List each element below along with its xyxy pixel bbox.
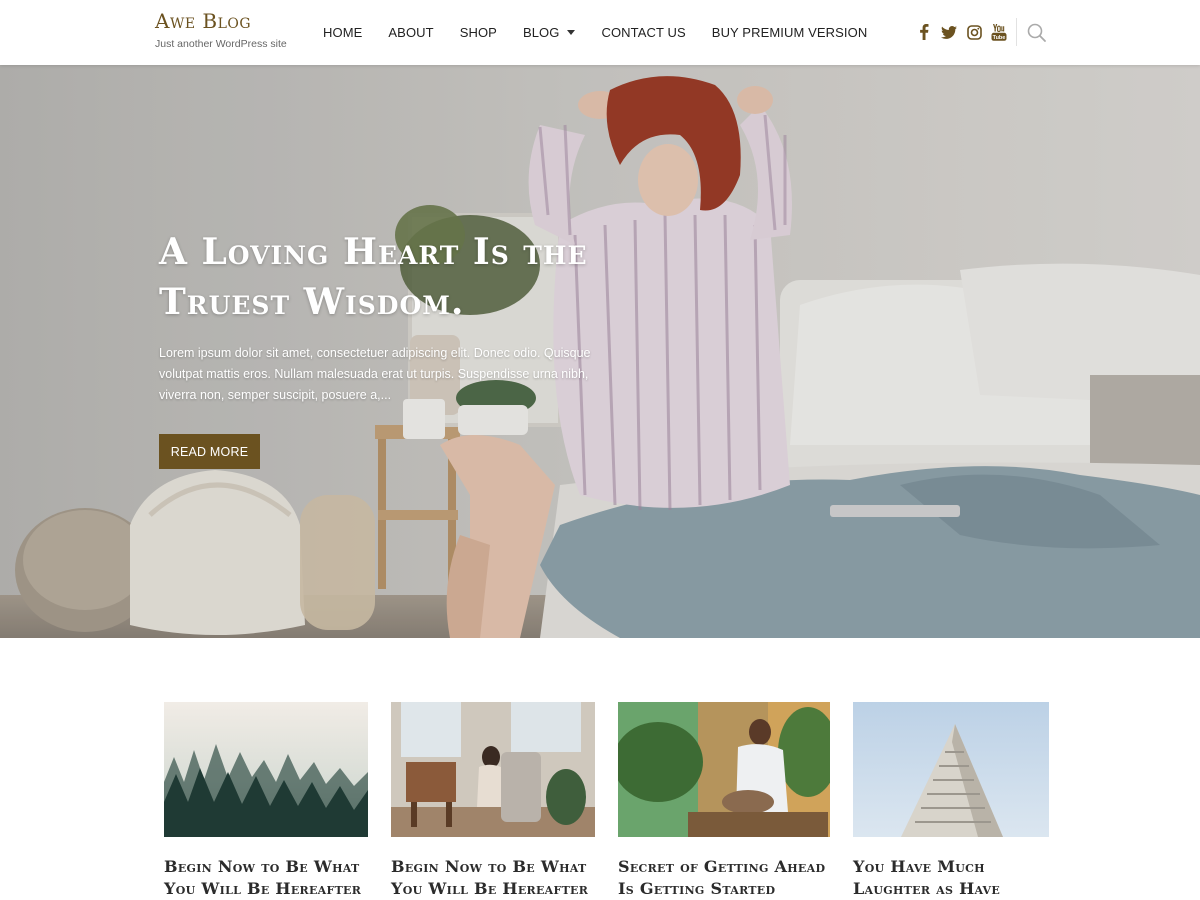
nav-label: HOME [323,25,363,40]
post-title[interactable]: Begin Now to Be What You Will Be Hereaft… [391,856,595,900]
nav-label: BLOG [522,25,560,40]
chevron-down-icon [567,30,576,35]
site-tagline: Just another WordPress site [155,38,287,50]
post-card: Begin Now to Be What You Will Be Hereaft… [391,702,595,900]
site-branding: Awe Blog Just another WordPress site [155,10,287,50]
header-divider [1016,18,1017,46]
post-thumbnail[interactable] [853,702,1049,837]
social-links: Tube [914,22,1014,42]
nav-item-buy-premium[interactable]: BUY PREMIUM VERSION [712,25,868,40]
site-title[interactable]: Awe Blog [155,10,287,32]
post-card: Begin Now to Be What You Will Be Hereaft… [164,702,368,900]
featured-posts: Begin Now to Be What You Will Be Hereaft… [0,638,1200,900]
nav-item-shop[interactable]: SHOP [460,25,497,40]
post-thumbnail[interactable] [391,702,595,837]
main-navigation: HOME ABOUT SHOP BLOG CONTACT US BUY PREM… [310,0,880,65]
nav-item-blog[interactable]: BLOG [523,25,576,40]
nav-label: SHOP [459,25,497,40]
youtube-icon[interactable]: Tube [989,22,1009,42]
hero-excerpt: Lorem ipsum dolor sit amet, consectetuer… [159,346,591,402]
nav-label: BUY PREMIUM VERSION [711,25,868,40]
nav-item-home[interactable]: HOME [323,25,362,40]
post-thumbnail[interactable] [618,702,830,837]
nav-label: ABOUT [388,25,434,40]
post-card: Secret of Getting Ahead Is Getting Start… [618,702,830,900]
post-title[interactable]: Secret of Getting Ahead Is Getting Start… [618,856,830,900]
post-thumbnail[interactable] [164,702,368,837]
hero-slider: A Loving Heart Is the Truest Wisdom. Lor… [0,65,1200,638]
read-more-button[interactable]: READ MORE [159,434,260,469]
instagram-icon[interactable] [964,22,984,42]
nav-label: CONTACT US [601,25,686,40]
nav-item-contact-us[interactable]: CONTACT US [601,25,685,40]
twitter-icon[interactable] [939,22,959,42]
site-header: Awe Blog Just another WordPress site HOM… [0,0,1200,65]
post-title[interactable]: Begin Now to Be What You Will Be Hereaft… [164,856,368,900]
svg-text:Tube: Tube [993,35,1006,41]
facebook-icon[interactable] [914,22,934,42]
hero-title[interactable]: A Loving Heart Is the Truest Wisdom. [159,227,619,327]
nav-item-about[interactable]: ABOUT [388,25,433,40]
post-title[interactable]: You Have Much Laughter as Have Faith [853,856,1049,900]
search-icon[interactable] [1026,22,1048,44]
post-card: You Have Much Laughter as Have Faith [853,702,1049,900]
